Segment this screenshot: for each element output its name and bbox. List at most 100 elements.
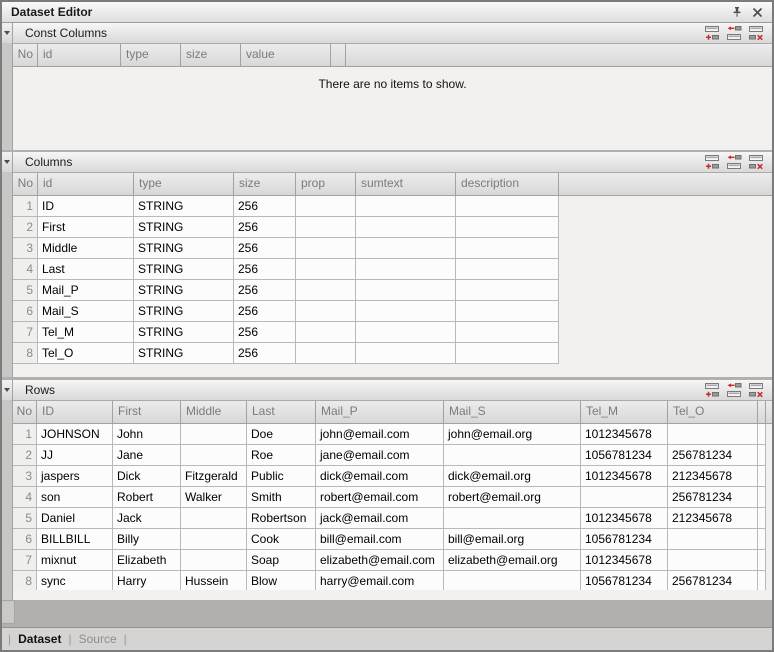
grid-cell[interactable]: sync (37, 571, 113, 590)
table-row[interactable]: 1IDSTRING256 (13, 196, 772, 217)
row-number-cell[interactable]: 2 (13, 217, 38, 238)
column-header-cell[interactable]: No (13, 173, 38, 195)
delete-row-button[interactable] (748, 383, 765, 398)
grid-cell[interactable] (758, 508, 766, 529)
grid-cell[interactable] (444, 508, 581, 529)
grid-cell[interactable] (444, 571, 581, 590)
row-number-cell[interactable]: 4 (13, 487, 37, 508)
grid-cell[interactable] (456, 322, 559, 343)
collapse-rows-button[interactable] (2, 380, 12, 400)
grid-cell[interactable] (456, 238, 559, 259)
table-row[interactable]: 8Tel_OSTRING256 (13, 343, 772, 364)
column-header-cell[interactable] (331, 44, 346, 66)
grid-cell[interactable] (296, 196, 356, 217)
close-icon[interactable] (751, 6, 764, 19)
grid-cell[interactable]: Hussein (181, 571, 247, 590)
grid-cell[interactable]: STRING (134, 301, 234, 322)
column-header-cell[interactable] (758, 401, 766, 423)
row-number-cell[interactable]: 5 (13, 280, 38, 301)
row-number-cell[interactable]: 8 (13, 571, 37, 590)
column-header-cell[interactable]: size (234, 173, 296, 195)
row-number-cell[interactable]: 6 (13, 301, 38, 322)
grid-cell[interactable]: son (37, 487, 113, 508)
grid-cell[interactable]: 1056781234 (581, 529, 668, 550)
insert-row-button[interactable] (726, 383, 743, 398)
grid-cell[interactable] (356, 301, 456, 322)
grid-cell[interactable]: Cook (247, 529, 316, 550)
grid-cell[interactable] (581, 487, 668, 508)
grid-cell[interactable]: Daniel (37, 508, 113, 529)
grid-cell[interactable] (758, 424, 766, 445)
grid-cell[interactable]: 256 (234, 322, 296, 343)
grid-cell[interactable]: Smith (247, 487, 316, 508)
grid-cell[interactable] (668, 550, 758, 571)
table-row[interactable]: 1JOHNSONJohnDoejohn@email.comjohn@email.… (13, 424, 772, 445)
row-number-cell[interactable]: 2 (13, 445, 37, 466)
grid-cell[interactable]: ID (38, 196, 134, 217)
grid-cell[interactable]: STRING (134, 280, 234, 301)
grid-cell[interactable]: Billy (113, 529, 181, 550)
column-header-cell[interactable]: First (113, 401, 181, 423)
grid-cell[interactable]: 1056781234 (581, 445, 668, 466)
grid-cell[interactable]: Robert (113, 487, 181, 508)
row-number-cell[interactable]: 7 (13, 550, 37, 571)
add-row-button[interactable] (704, 383, 721, 398)
grid-cell[interactable]: Tel_O (38, 343, 134, 364)
row-number-cell[interactable]: 5 (13, 508, 37, 529)
grid-cell[interactable]: Jack (113, 508, 181, 529)
column-header-cell[interactable]: size (181, 44, 241, 66)
grid-cell[interactable] (758, 571, 766, 590)
grid-cell[interactable]: dick@email.com (316, 466, 444, 487)
grid-cell[interactable]: 1012345678 (581, 508, 668, 529)
grid-cell[interactable] (758, 529, 766, 550)
grid-cell[interactable] (296, 343, 356, 364)
table-row[interactable]: 4sonRobertWalkerSmithrobert@email.comrob… (13, 487, 772, 508)
grid-cell[interactable]: 256 (234, 259, 296, 280)
column-header-cell[interactable]: description (456, 173, 559, 195)
grid-cell[interactable]: mixnut (37, 550, 113, 571)
grid-cell[interactable] (181, 529, 247, 550)
grid-cell[interactable] (456, 217, 559, 238)
table-row[interactable]: 7Tel_MSTRING256 (13, 322, 772, 343)
grid-cell[interactable]: 1012345678 (581, 550, 668, 571)
grid-cell[interactable]: Walker (181, 487, 247, 508)
collapse-const-columns-button[interactable] (2, 23, 12, 43)
grid-cell[interactable]: STRING (134, 343, 234, 364)
grid-cell[interactable]: JOHNSON (37, 424, 113, 445)
grid-cell[interactable]: jaspers (37, 466, 113, 487)
table-row[interactable]: 7mixnutElizabethSoapelizabeth@email.come… (13, 550, 772, 571)
add-row-button[interactable] (704, 26, 721, 41)
grid-cell[interactable] (356, 280, 456, 301)
column-header-cell[interactable]: id (38, 44, 121, 66)
grid-cell[interactable]: Elizabeth (113, 550, 181, 571)
grid-cell[interactable]: bill@email.com (316, 529, 444, 550)
grid-cell[interactable]: Robertson (247, 508, 316, 529)
grid-cell[interactable]: STRING (134, 196, 234, 217)
grid-cell[interactable] (296, 301, 356, 322)
row-number-cell[interactable]: 1 (13, 196, 38, 217)
collapse-columns-button[interactable] (2, 152, 12, 172)
grid-cell[interactable]: Mail_P (38, 280, 134, 301)
column-header-cell[interactable]: value (241, 44, 331, 66)
grid-cell[interactable]: JJ (37, 445, 113, 466)
grid-cell[interactable]: 256781234 (668, 445, 758, 466)
table-row[interactable]: 6Mail_SSTRING256 (13, 301, 772, 322)
tab-dataset[interactable]: Dataset (18, 632, 61, 646)
grid-cell[interactable]: Doe (247, 424, 316, 445)
column-header-cell[interactable]: type (121, 44, 181, 66)
column-header-cell[interactable]: prop (296, 173, 356, 195)
grid-cell[interactable] (456, 280, 559, 301)
grid-cell[interactable] (758, 445, 766, 466)
column-header-cell[interactable]: id (38, 173, 134, 195)
grid-cell[interactable] (181, 424, 247, 445)
tab-source[interactable]: Source (79, 632, 117, 646)
grid-cell[interactable]: jane@email.com (316, 445, 444, 466)
row-number-cell[interactable]: 1 (13, 424, 37, 445)
grid-cell[interactable]: 1012345678 (581, 424, 668, 445)
grid-cell[interactable]: STRING (134, 238, 234, 259)
grid-cell[interactable]: Soap (247, 550, 316, 571)
grid-cell[interactable]: First (38, 217, 134, 238)
grid-cell[interactable] (296, 217, 356, 238)
grid-cell[interactable]: bill@email.org (444, 529, 581, 550)
delete-row-button[interactable] (748, 155, 765, 170)
